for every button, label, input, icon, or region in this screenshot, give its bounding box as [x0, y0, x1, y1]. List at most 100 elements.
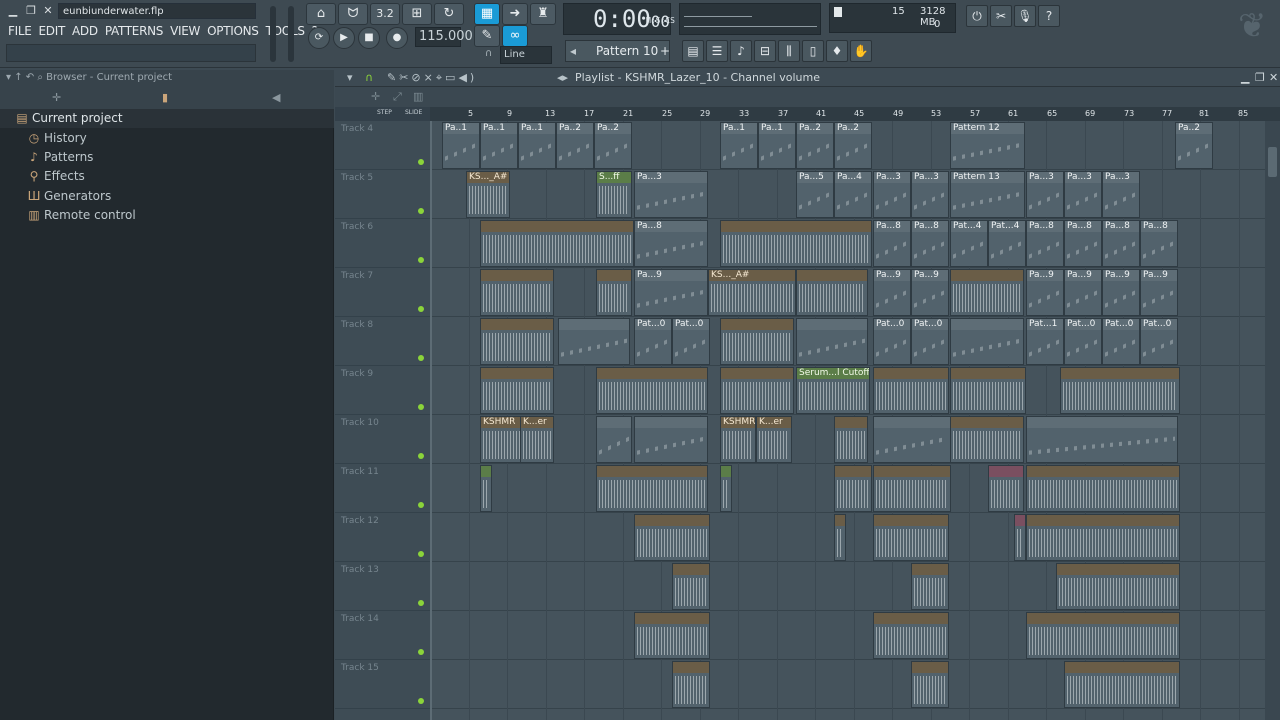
- audio-clip[interactable]: K...er: [756, 416, 792, 463]
- track-header[interactable]: Track 8: [335, 317, 430, 366]
- step-edit-icon[interactable]: ⊞: [402, 3, 432, 25]
- metronome-icon[interactable]: ⌂: [306, 3, 336, 25]
- track-header[interactable]: Track 13: [335, 562, 430, 611]
- track-mute-led[interactable]: [418, 649, 424, 655]
- magnet-snap-icon[interactable]: ∩: [365, 70, 373, 86]
- browser-item-generators[interactable]: Ш Generators: [0, 187, 334, 206]
- pattern-clip[interactable]: Pat...0: [911, 318, 949, 365]
- pattern-clip[interactable]: Pa...8: [634, 220, 708, 267]
- track-mute-led[interactable]: [418, 453, 424, 459]
- pattern-clip[interactable]: Pa...9: [1064, 269, 1102, 316]
- pattern-clip[interactable]: Pa...3: [1102, 171, 1140, 218]
- pattern-clip[interactable]: Pa..1: [480, 122, 518, 169]
- pattern-clip[interactable]: Pat...0: [672, 318, 710, 365]
- playlist-minimize-icon[interactable]: ▁: [1241, 70, 1249, 86]
- pattern-clip[interactable]: Pa...9: [634, 269, 708, 316]
- automation-clip[interactable]: [480, 465, 492, 512]
- audio-clip[interactable]: [1026, 465, 1180, 512]
- master-volume-slider[interactable]: [270, 6, 276, 62]
- pattern-clip[interactable]: Pat...0: [1140, 318, 1178, 365]
- touch-controller-icon[interactable]: ✋: [850, 40, 872, 62]
- vertical-scrollbar[interactable]: [1265, 121, 1280, 720]
- audio-clip[interactable]: [1064, 661, 1180, 708]
- close-icon[interactable]: ✕: [41, 4, 55, 18]
- track-header[interactable]: Track 7: [335, 268, 430, 317]
- playlist-tools-icons[interactable]: ✎✂⊘⨯⌖▭◀): [387, 70, 477, 86]
- pattern-clip[interactable]: Pa...5: [796, 171, 834, 218]
- master-pitch-slider[interactable]: [288, 6, 294, 62]
- playlist-grid[interactable]: Pa..1 Pa..1 Pa..1 Pa..2 Pa..2 Pa..1 Pa..1 Pa..2…: [430, 121, 1280, 720]
- browser-item-effects[interactable]: ⚲ Effects: [0, 167, 334, 186]
- playlist-maximize-icon[interactable]: ❐: [1255, 70, 1265, 86]
- audio-clip[interactable]: [634, 612, 710, 659]
- typing-keyboard-icon[interactable]: ▦: [474, 3, 500, 25]
- track-mute-led[interactable]: [418, 698, 424, 704]
- pattern-clip[interactable]: Pa...9: [1102, 269, 1140, 316]
- audio-clip[interactable]: [1026, 514, 1180, 561]
- automation-clip[interactable]: S...ff: [596, 171, 632, 218]
- audio-clip[interactable]: [720, 367, 794, 414]
- pattern-clip[interactable]: [558, 318, 630, 365]
- add-pattern-button[interactable]: +: [660, 41, 670, 61]
- audio-clip[interactable]: [596, 367, 708, 414]
- audio-clip[interactable]: [834, 514, 846, 561]
- audio-clip[interactable]: [480, 318, 554, 365]
- audio-clip[interactable]: [911, 563, 949, 610]
- menu-view[interactable]: VIEW: [170, 22, 200, 40]
- pan-icon[interactable]: ✛: [371, 90, 380, 103]
- browser-folder-icon[interactable]: ▮: [162, 91, 168, 104]
- link-icon[interactable]: ∞: [502, 25, 528, 47]
- timeline-ruler[interactable]: 5 9 13 17 21 25 29 33 37 41 45 49 53 57 61 65 69 73 77 81 85: [430, 107, 1280, 121]
- restore-icon[interactable]: ❐: [24, 4, 38, 18]
- track-mute-led[interactable]: [418, 257, 424, 263]
- pattern-clip[interactable]: [796, 318, 868, 365]
- pattern-clip[interactable]: Pa...3: [634, 171, 708, 218]
- pattern-clip[interactable]: Pat...4: [988, 220, 1026, 267]
- pattern-clip[interactable]: Pat...4: [950, 220, 988, 267]
- pattern-clip[interactable]: Pa..2: [796, 122, 834, 169]
- pattern-clip[interactable]: Pa...9: [911, 269, 949, 316]
- audio-clip[interactable]: [988, 465, 1024, 512]
- audio-clip[interactable]: KS..._A#: [466, 171, 510, 218]
- piano-roll-icon[interactable]: ♪: [730, 40, 752, 62]
- loop-record-icon[interactable]: ↻: [434, 3, 464, 25]
- audio-clip[interactable]: [720, 318, 794, 365]
- tools-icon[interactable]: ✂: [990, 5, 1012, 27]
- stop-button[interactable]: ■: [358, 27, 380, 49]
- track-header[interactable]: Track 6: [335, 219, 430, 268]
- audio-clip[interactable]: [480, 367, 554, 414]
- playlist-window-icon[interactable]: ▤: [682, 40, 704, 62]
- pattern-clip[interactable]: Pa...9: [1140, 269, 1178, 316]
- pattern-clip[interactable]: Pat...0: [1102, 318, 1140, 365]
- audio-clip[interactable]: [834, 465, 872, 512]
- audio-clip[interactable]: [634, 514, 710, 561]
- track-header[interactable]: Track 5: [335, 170, 430, 219]
- track-header[interactable]: Track 11: [335, 464, 430, 513]
- track-mute-led[interactable]: [418, 551, 424, 557]
- pattern-clip[interactable]: Pa...9: [1026, 269, 1064, 316]
- browser-item-patterns[interactable]: ♪ Patterns: [0, 148, 334, 167]
- audio-clip[interactable]: [672, 563, 710, 610]
- audio-clip[interactable]: [796, 269, 868, 316]
- zoom-icon[interactable]: ⤢: [393, 90, 402, 104]
- wait-input-icon[interactable]: ᗢ: [338, 3, 368, 25]
- audio-clip[interactable]: [950, 269, 1024, 316]
- menu-patterns[interactable]: PATTERNS: [105, 22, 164, 40]
- audio-clip[interactable]: [480, 220, 634, 267]
- power-icon[interactable]: ⏻: [966, 5, 988, 27]
- audio-clip[interactable]: [1026, 612, 1180, 659]
- pattern-clip[interactable]: Pa...8: [1064, 220, 1102, 267]
- snap-selector[interactable]: Line: [500, 46, 552, 64]
- pattern-clip[interactable]: Pat...0: [873, 318, 911, 365]
- browser-item-remote-control[interactable]: ▥ Remote control: [0, 206, 334, 225]
- audio-clip[interactable]: [596, 465, 708, 512]
- plugin-picker-icon[interactable]: ♦: [826, 40, 848, 62]
- menu-add[interactable]: ADD: [72, 22, 98, 40]
- pattern-clip[interactable]: Pa...8: [911, 220, 949, 267]
- audio-clip[interactable]: [596, 269, 632, 316]
- audio-clip[interactable]: [834, 416, 868, 463]
- playlist-menu-arrow-icon[interactable]: ▾: [347, 70, 353, 86]
- track-mute-led[interactable]: [418, 600, 424, 606]
- browser-arrows-icon[interactable]: ▾ ↑ ↶ ⌕: [6, 72, 46, 83]
- pattern-song-toggle-icon[interactable]: ⟳: [308, 27, 330, 49]
